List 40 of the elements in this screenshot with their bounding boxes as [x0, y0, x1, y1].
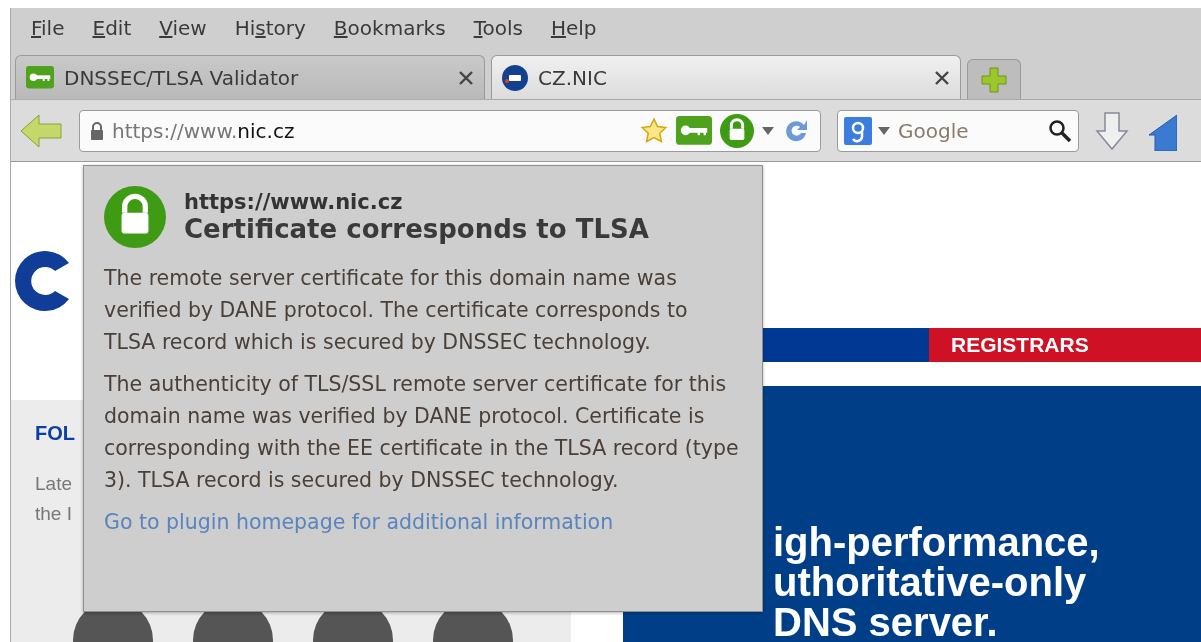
- dropdown-caret-icon[interactable]: [878, 126, 890, 135]
- menu-item[interactable]: File: [17, 16, 79, 40]
- menu-item[interactable]: Tools: [459, 16, 537, 40]
- nav-item[interactable]: REGISTRARS: [929, 328, 1201, 362]
- popup-title: Certificate corresponds to TLSA: [184, 214, 649, 244]
- tab-title: DNSSEC/TLSA Validator: [64, 65, 300, 90]
- sidebar-heading: FOL: [35, 422, 76, 445]
- hero-text: igh-performance,: [773, 522, 1101, 562]
- menu-item[interactable]: Bookmarks: [319, 16, 460, 40]
- search-engine-icon: [844, 116, 872, 145]
- popup-text: The remote server certificate for this domain name was verified by DANE protocol. The certificate corresponds to TLSA record which is secured by DNSSEC technology.: [104, 265, 689, 356]
- plus-icon: [980, 65, 1008, 94]
- sidebar-text: the I: [35, 502, 72, 526]
- dropdown-caret-icon[interactable]: [762, 126, 774, 135]
- lock-icon: [720, 113, 754, 148]
- browser-tab[interactable]: CZ.NIC: [491, 55, 961, 99]
- download-arrow-icon[interactable]: [1095, 110, 1129, 151]
- star-icon[interactable]: [640, 116, 668, 145]
- key-icon: [676, 116, 712, 145]
- search-field[interactable]: Google: [837, 109, 1079, 152]
- key-icon: [26, 66, 54, 89]
- search-input[interactable]: Google: [896, 117, 1042, 144]
- hero-text: DNS server.: [773, 602, 998, 642]
- globe-badge-icon: [502, 64, 528, 91]
- menu-item[interactable]: Edit: [78, 16, 146, 40]
- padlock-icon: [90, 121, 104, 140]
- popup-text: The authenticity of TLS/SSL remote server certificate for this domain name was verified by DANE protocol. Certificate is corresponding with the EE certificate in the TLSA record (type 3). TLSA record is secured by DNSSEC technology.: [104, 371, 740, 494]
- lock-icon: [104, 186, 166, 248]
- close-icon[interactable]: [934, 69, 950, 86]
- search-icon[interactable]: [1048, 118, 1072, 143]
- sidebar-text: Late: [35, 472, 72, 496]
- menu-item[interactable]: View: [145, 16, 221, 40]
- url-text: https://www.nic.cz: [112, 118, 296, 143]
- popup-url: https://www.nic.cz: [184, 190, 403, 214]
- tab-title: CZ.NIC: [538, 65, 608, 90]
- close-icon[interactable]: [458, 69, 474, 86]
- menu-item[interactable]: History: [220, 16, 320, 40]
- address-field[interactable]: https://www.nic.cz: [79, 109, 821, 152]
- browser-tab[interactable]: DNSSEC/TLSA Validator: [15, 55, 485, 99]
- menu-item[interactable]: Help: [536, 16, 611, 40]
